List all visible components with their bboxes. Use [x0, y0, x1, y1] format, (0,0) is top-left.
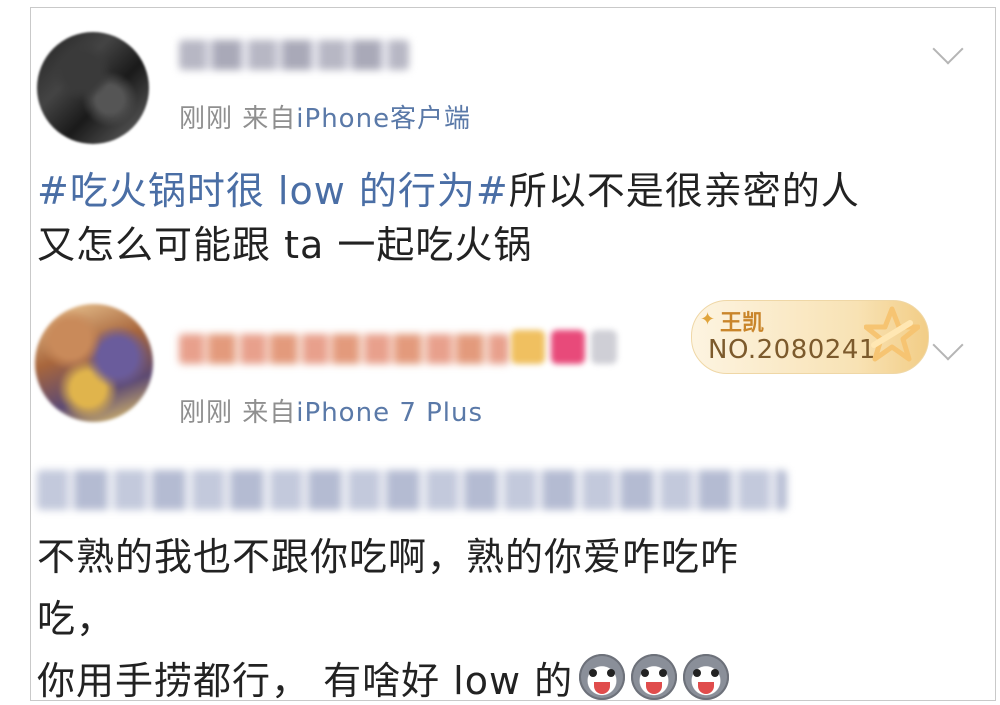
hashtag-link[interactable]: #吃火锅时很 low 的行为# — [37, 169, 509, 213]
name-emoji-blurred-3 — [591, 330, 617, 364]
post-time-2: 刚刚 — [179, 398, 234, 428]
chevron-down-icon[interactable] — [932, 33, 964, 65]
weibo-comment-screenshot: 刚刚 来自iPhone客户端 #吃火锅时很 low 的行为#所以不是很亲密的人 … — [30, 7, 996, 701]
post-from-2: 来自 — [242, 398, 297, 428]
post-body-2: 不熟的我也不跟你吃啊，熟的你爱咋吃咋 吃， 你用手捞都行， 有啥好 low 的 — [37, 526, 740, 701]
username-blurred-1[interactable] — [179, 40, 409, 70]
post-meta-2: 刚刚 来自iPhone 7 Plus — [179, 392, 483, 429]
user-avatar-2[interactable] — [35, 304, 153, 422]
post-from-1: 来自 — [242, 104, 297, 134]
user-avatar-1[interactable] — [37, 32, 149, 144]
quoted-reply-blurred[interactable] — [37, 470, 787, 510]
husky-emoji-icon — [683, 654, 730, 700]
husky-emoji-icon — [579, 654, 626, 700]
post-line-2c: 你用手捞都行， 有啥好 low 的 — [37, 659, 574, 701]
username-blurred-2[interactable] — [179, 334, 509, 364]
name-emoji-blurred-2 — [551, 330, 585, 364]
badge-number: NO.2080241 — [708, 335, 876, 365]
husky-emoji-icon — [631, 654, 678, 700]
post-line-1a: 所以不是很亲密的人 — [508, 169, 860, 213]
post-line-2b: 吃， — [37, 597, 116, 641]
post-meta-1: 刚刚 来自iPhone客户端 — [179, 98, 471, 135]
post-body-1: #吃火锅时很 low 的行为#所以不是很亲密的人 又怎么可能跟 ta 一起吃火锅 — [37, 164, 860, 272]
post-line-1b: 又怎么可能跟 ta 一起吃火锅 — [37, 223, 533, 267]
post-time-1: 刚刚 — [179, 104, 234, 134]
post-line-2a: 不熟的我也不跟你吃啊，熟的你爱咋吃咋 — [37, 535, 740, 579]
chevron-down-icon[interactable] — [932, 329, 964, 361]
star-logo-icon — [864, 306, 920, 362]
name-emoji-blurred-1 — [511, 330, 545, 364]
badge-name: 王凯 — [720, 311, 765, 336]
post-source-1: iPhone客户端 — [296, 104, 472, 134]
fan-badge[interactable]: ✦ 王凯 NO.2080241 — [691, 300, 929, 374]
post-source-2: iPhone 7 Plus — [296, 398, 484, 428]
sparkle-icon: ✦ — [700, 309, 716, 330]
